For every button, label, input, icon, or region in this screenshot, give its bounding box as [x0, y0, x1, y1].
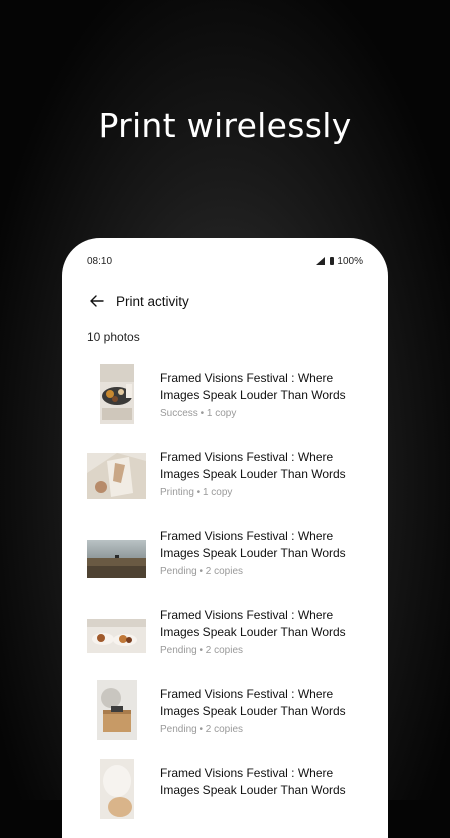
- list-item[interactable]: Framed Visions Festival : Where Images S…: [62, 676, 388, 755]
- photo-thumbnail: [87, 540, 146, 578]
- item-status: Printing • 1 copy: [160, 487, 233, 498]
- list-item[interactable]: Framed Visions Festival : Where Images S…: [62, 360, 388, 439]
- list-item[interactable]: Framed Visions Festival : Where Images S…: [62, 597, 388, 676]
- page-title: Print activity: [116, 293, 189, 309]
- photo-count: 10 photos: [87, 330, 140, 344]
- photo-thumbnail: [100, 759, 134, 819]
- status-icons: 100%: [316, 256, 363, 267]
- list-item[interactable]: Framed Visions Festival : Where Images S…: [62, 755, 388, 834]
- photo-thumbnail: [87, 453, 146, 499]
- list-item[interactable]: Framed Visions Festival : Where Images S…: [62, 439, 388, 518]
- photo-thumbnail: [97, 680, 137, 740]
- battery-icon: [330, 257, 335, 265]
- status-bar: 08:10 100%: [87, 254, 363, 268]
- item-title: Framed Visions Festival : Where Images S…: [160, 608, 346, 639]
- print-list: Framed Visions Festival : Where Images S…: [62, 360, 388, 834]
- item-title: Framed Visions Festival : Where Images S…: [160, 450, 346, 481]
- item-title: Framed Visions Festival : Where Images S…: [160, 766, 346, 797]
- signal-icon: [316, 257, 326, 265]
- status-time: 08:10: [87, 255, 113, 267]
- list-item[interactable]: Framed Visions Festival : Where Images S…: [62, 518, 388, 597]
- item-title: Framed Visions Festival : Where Images S…: [160, 687, 346, 718]
- item-status: Success • 1 copy: [160, 408, 237, 419]
- headline: Print wirelessly: [98, 106, 352, 145]
- app-bar: Print activity: [88, 291, 189, 311]
- photo-thumbnail: [100, 364, 134, 424]
- photo-thumbnail: [87, 619, 146, 653]
- battery-percent: 100%: [337, 255, 363, 267]
- item-status: Pending • 2 copies: [160, 724, 244, 735]
- item-title: Framed Visions Festival : Where Images S…: [160, 529, 346, 560]
- item-title: Framed Visions Festival : Where Images S…: [160, 371, 346, 402]
- item-status: Pending • 2 copies: [160, 645, 244, 656]
- arrow-left-icon[interactable]: [88, 292, 106, 310]
- item-status: Pending • 2 copies: [160, 566, 244, 577]
- phone-screen: 08:10 100% Print activity 10 photos Fram…: [62, 238, 388, 838]
